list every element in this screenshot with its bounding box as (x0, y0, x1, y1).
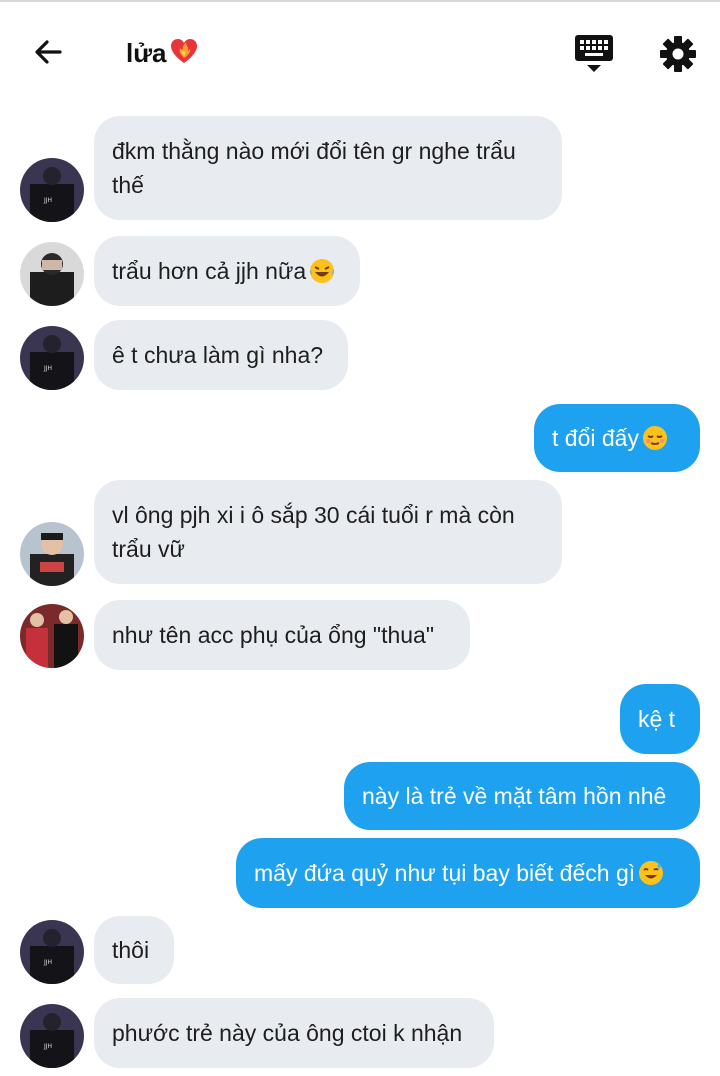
message-text: vl ông pjh xi i ô sắp 30 cái tuổi r mà c… (112, 502, 515, 528)
chat-title[interactable]: lửa (126, 36, 199, 70)
svg-text:JJH: JJH (43, 365, 52, 372)
message-bubble-incoming[interactable]: trẩu hơn cả jjh nữa (94, 236, 360, 306)
avatar-photo (20, 242, 84, 306)
message-text: t đổi đấy (552, 425, 639, 451)
avatar-photo: JJH (20, 920, 84, 984)
avatar[interactable]: JJH (20, 158, 84, 222)
message-text: ê t chưa làm gì nha? (112, 342, 324, 368)
message-text: mấy đứa quỷ như tụi bay biết đếch gì (254, 860, 636, 886)
avatar[interactable]: JJH (20, 920, 84, 984)
message-bubble-outgoing[interactable]: này là trẻ về mặt tâm hồn nhê (344, 762, 700, 830)
burning-heart-icon (170, 39, 197, 63)
message-bubble-outgoing[interactable]: kệ t (620, 684, 700, 754)
chat-title-text: lửa (126, 38, 167, 68)
sweat-smile-emoji (639, 861, 664, 885)
avatar[interactable] (20, 242, 84, 306)
message-text: phước trẻ này của ông ctoi k nhận (112, 1020, 463, 1046)
message-text: này là trẻ về mặt tâm hồn nhê (362, 783, 667, 809)
message-bubble-outgoing[interactable]: t đổi đấy (534, 404, 700, 472)
message-bubble-incoming[interactable]: vl ông pjh xi i ô sắp 30 cái tuổi r mà c… (94, 480, 562, 584)
avatar[interactable] (20, 522, 84, 586)
message-bubble-incoming[interactable]: ê t chưa làm gì nha? (94, 320, 348, 390)
message-text: như tên acc phụ của ổng "thua" (112, 622, 435, 648)
message-text: thế (112, 172, 144, 198)
gear-icon[interactable] (658, 34, 698, 74)
message-text: thôi (112, 937, 150, 963)
avatar[interactable]: JJH (20, 1004, 84, 1068)
message-bubble-outgoing[interactable]: mấy đứa quỷ như tụi bay biết đếch gì (236, 838, 700, 908)
keyboard-icon[interactable] (574, 32, 614, 74)
avatar-photo: JJH (20, 1004, 84, 1068)
message-bubble-incoming[interactable]: phước trẻ này của ông ctoi k nhận (94, 998, 494, 1068)
svg-text:JJH: JJH (43, 959, 52, 966)
relieved-face-emoji (642, 426, 667, 450)
chat-header: lửa (0, 2, 720, 102)
avatar-photo (20, 604, 84, 668)
message-bubble-incoming[interactable]: đkm thằng nào mới đổi tên gr nghe trẩu t… (94, 116, 562, 220)
avatar-photo (20, 522, 84, 586)
arrow-left-icon[interactable] (30, 34, 66, 70)
message-text: trẩu vữ (112, 536, 185, 562)
avatar-photo: JJH (20, 326, 84, 390)
message-bubble-incoming[interactable]: thôi (94, 916, 174, 984)
laughing-tears-emoji (310, 259, 335, 283)
svg-text:JJH: JJH (43, 1043, 52, 1050)
message-bubble-incoming[interactable]: như tên acc phụ của ổng "thua" (94, 600, 470, 670)
avatar-photo: JJH (20, 158, 84, 222)
svg-text:JJH: JJH (43, 197, 52, 204)
message-text: đkm thằng nào mới đổi tên gr nghe trẩu (112, 138, 516, 164)
avatar[interactable] (20, 604, 84, 668)
avatar[interactable]: JJH (20, 326, 84, 390)
message-text: kệ t (638, 706, 676, 732)
message-text: trẩu hơn cả jjh nữa (112, 258, 307, 284)
